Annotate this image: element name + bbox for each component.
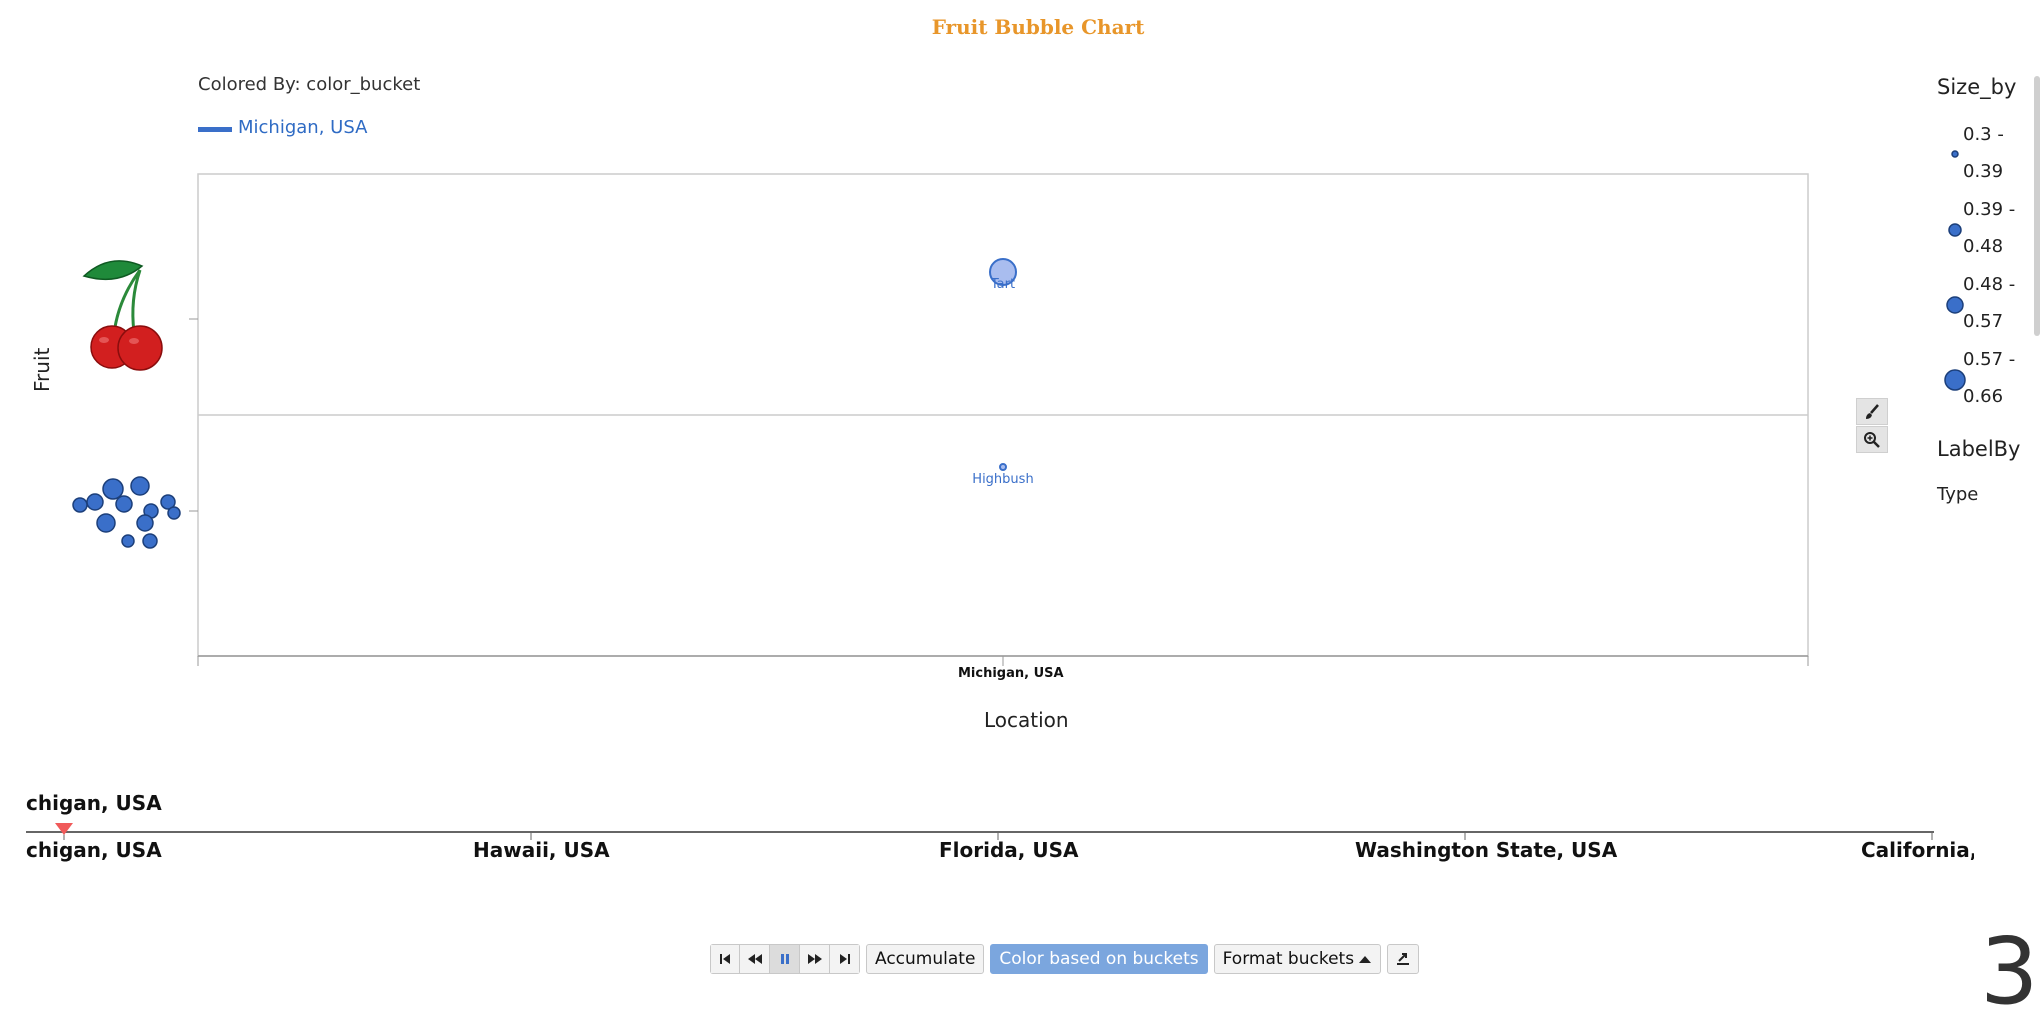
size-legend-marker <box>1944 369 1966 391</box>
size-legend-marker <box>1948 223 1962 237</box>
bubble-label: Highbush <box>972 472 1033 487</box>
bubble-point[interactable] <box>999 463 1007 471</box>
size-legend-range: 0.3 -0.39 <box>1963 124 2004 182</box>
previous-frame-button[interactable] <box>740 944 770 974</box>
timeline-label[interactable]: Hawaii, USA <box>473 838 610 862</box>
zoom-tool-button[interactable] <box>1856 426 1888 453</box>
fast-forward-icon <box>807 954 822 964</box>
label-legend-value: Type <box>1937 484 1979 505</box>
size-legend-range: 0.39 -0.48 <box>1963 199 2016 257</box>
size-legend-markers <box>1944 150 1966 391</box>
timeline-label[interactable]: California, U <box>1861 838 1974 862</box>
y-axis-label: Fruit <box>30 347 54 392</box>
accumulate-button[interactable]: Accumulate <box>866 944 985 974</box>
timeline-label[interactable]: Washington State, USA <box>1355 838 1617 862</box>
pause-button[interactable] <box>770 944 800 974</box>
playback-controls: Accumulate Color based on buckets Format… <box>710 944 1420 974</box>
blueberry-icon <box>72 476 181 549</box>
next-frame-button[interactable] <box>800 944 830 974</box>
label-legend-title: LabelBy <box>1937 437 2021 461</box>
skip-first-icon <box>720 954 730 964</box>
size-legend-title: Size_by <box>1937 75 2017 99</box>
last-frame-button[interactable] <box>830 944 860 974</box>
first-frame-button[interactable] <box>710 944 740 974</box>
export-button[interactable] <box>1387 944 1420 974</box>
timeline-label[interactable]: Florida, USA <box>939 838 1078 862</box>
export-icon <box>1397 953 1410 965</box>
bubble-label: Tart <box>990 277 1015 292</box>
skip-last-icon <box>839 954 850 964</box>
zoom-in-icon <box>1864 431 1880 448</box>
timeline-marker[interactable] <box>55 823 73 835</box>
cherry-icon <box>82 260 163 371</box>
pause-icon <box>780 954 789 964</box>
x-axis-label: Location <box>984 708 1069 732</box>
size-legend-marker <box>1951 150 1959 158</box>
bubble-layer: Tart Highbush <box>972 258 1034 487</box>
timeline-current-label: chigan, USA <box>26 791 162 815</box>
legend-scrollbar[interactable] <box>2034 76 2040 336</box>
format-buckets-button[interactable]: Format buckets <box>1213 944 1382 974</box>
playback-button-group <box>710 944 860 974</box>
x-tick-label: Michigan, USA <box>958 666 1064 681</box>
brush-icon <box>1866 403 1879 419</box>
format-buckets-label: Format buckets <box>1222 949 1355 969</box>
size-legend-marker <box>1946 296 1964 314</box>
color-buckets-button[interactable]: Color based on buckets <box>990 944 1208 974</box>
rewind-icon <box>747 954 762 964</box>
brush-tool-button[interactable] <box>1856 398 1888 425</box>
frame-number: 3 <box>1980 918 2039 1025</box>
size-legend-range: 0.48 -0.57 <box>1963 274 2016 332</box>
size-legend-range: 0.57 -0.66 <box>1963 349 2016 407</box>
caret-up-icon <box>1359 956 1372 963</box>
timeline-label[interactable]: chigan, USA <box>26 838 162 862</box>
